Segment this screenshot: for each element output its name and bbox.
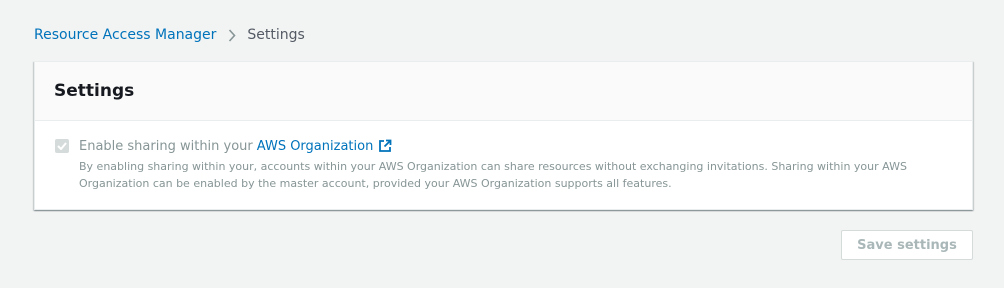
settings-panel: Settings Enable sharing within your AWS … xyxy=(34,61,973,210)
aws-organization-link[interactable]: AWS Organization xyxy=(257,139,374,154)
enable-sharing-label: Enable sharing within your AWS Organizat… xyxy=(79,137,952,155)
checkmark-icon xyxy=(57,142,67,150)
enable-sharing-checkbox[interactable] xyxy=(55,139,69,153)
breadcrumb: Resource Access Manager Settings xyxy=(34,25,305,45)
enable-sharing-description: By enabling sharing within your, account… xyxy=(79,160,907,190)
breadcrumb-link-resource-access-manager[interactable]: Resource Access Manager xyxy=(34,27,216,43)
panel-title: Settings xyxy=(54,81,135,101)
external-link-icon[interactable] xyxy=(378,139,392,153)
panel-header: Settings xyxy=(35,62,972,121)
enable-sharing-label-text: Enable sharing within your xyxy=(79,138,253,154)
panel-body: Enable sharing within your AWS Organizat… xyxy=(35,121,972,192)
chevron-right-icon xyxy=(228,28,236,42)
enable-sharing-option: Enable sharing within your AWS Organizat… xyxy=(79,137,952,192)
breadcrumb-current-settings: Settings xyxy=(247,27,305,43)
save-settings-button[interactable]: Save settings xyxy=(841,230,973,260)
